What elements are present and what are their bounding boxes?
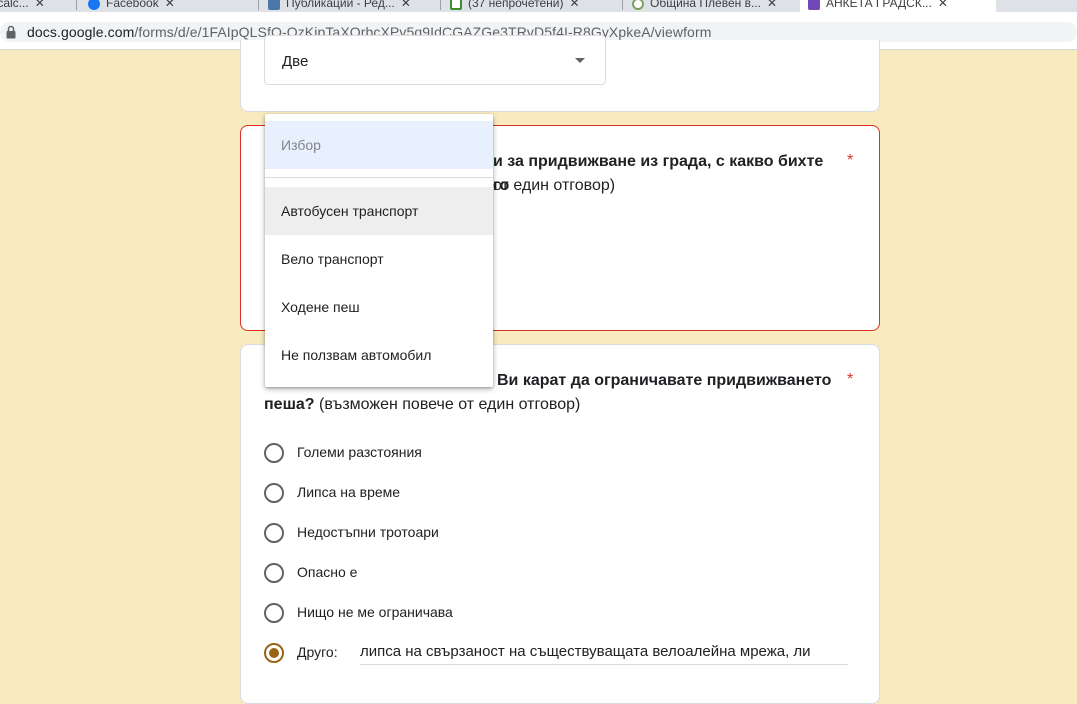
radio-button[interactable] [264, 523, 284, 543]
tab-label: tcalc... [0, 0, 29, 10]
tab-separator [76, 0, 77, 10]
close-tab-icon[interactable]: ✕ [767, 0, 777, 10]
option-label: Опасно е [297, 564, 358, 580]
question-title-hint: (възможен повече от един отговор) [314, 396, 581, 413]
question-title-line2: пеша? (възможен повече от един отговор) [264, 393, 580, 417]
radio-button[interactable] [264, 563, 284, 583]
close-tab-icon[interactable]: ✕ [165, 0, 175, 10]
tab-label: Facebook [106, 0, 159, 10]
site-icon [450, 0, 462, 10]
dropdown-option[interactable]: Автобусен транспорт [265, 187, 493, 235]
dropdown-option[interactable]: Не ползвам автомобил [265, 331, 493, 379]
selected-value: Две [282, 53, 309, 70]
question-subtitle: от един отговор) [493, 177, 616, 194]
radio-button[interactable] [264, 603, 284, 623]
tab-separator [622, 0, 623, 10]
browser-tab[interactable]: (37 непрочетени) ✕ [450, 0, 580, 12]
radio-button[interactable] [264, 483, 284, 503]
question-title-bold: пеша? [264, 396, 315, 413]
browser-tab[interactable]: Публикации - Ред... ✕ [268, 0, 411, 12]
option-label: Недостъпни тротоари [297, 524, 439, 540]
google-forms-icon [808, 0, 820, 10]
radio-button[interactable] [264, 443, 284, 463]
other-label: Друго: [297, 644, 338, 660]
close-tab-icon[interactable]: ✕ [938, 0, 948, 10]
tab-separator [440, 0, 441, 10]
required-mark: * [847, 152, 854, 169]
other-text-input[interactable]: липса на свързаност на съществуващата ве… [360, 640, 848, 665]
dropdown-select-previous[interactable]: Две [264, 35, 606, 85]
tab-label: Публикации - Ред... [286, 0, 395, 10]
option-label: Нищо не ме ограничава [297, 604, 453, 620]
required-mark: * [847, 371, 854, 388]
tab-separator [258, 0, 259, 10]
close-tab-icon[interactable]: ✕ [569, 0, 579, 10]
lock-icon[interactable] [6, 25, 16, 39]
close-tab-icon[interactable]: ✕ [401, 0, 411, 10]
browser-tab-strip: tcalc... ✕ Facebook ✕ Публикации - Ред... ✕… [0, 0, 1077, 12]
close-tab-icon[interactable]: ✕ [35, 0, 45, 10]
browser-tab[interactable]: Facebook ✕ [88, 0, 175, 12]
dropdown-option[interactable]: Ходене пеш [265, 283, 493, 331]
tab-label: (37 непрочетени) [468, 0, 564, 10]
facebook-icon [88, 0, 100, 10]
caret-down-icon [575, 58, 585, 63]
dropdown-menu: Избор Автобусен транспорт Вело транспорт… [265, 114, 493, 387]
option-label: Големи разстояния [297, 444, 422, 460]
browser-tab[interactable]: tcalc... ✕ [0, 0, 45, 12]
site-icon [632, 0, 644, 10]
question-title-bold: Ви карат да ограничавате придвижването [497, 372, 832, 389]
dropdown-divider [265, 177, 493, 178]
dropdown-placeholder[interactable]: Избор [265, 121, 493, 169]
option-label: Липса на време [297, 484, 401, 500]
tab-label: АНКЕТА ГРАДСК... [826, 0, 932, 10]
site-icon [268, 0, 280, 10]
browser-tab[interactable]: Община Плевен в... ✕ [632, 0, 777, 12]
radio-button-checked[interactable] [264, 643, 284, 663]
url-host: docs.google.com [27, 24, 135, 40]
browser-tab-active[interactable]: АНКЕТА ГРАДСК... ✕ [800, 0, 996, 12]
question-title-line1: Ви карат да ограничавате придвижването [497, 369, 831, 393]
tab-label: Община Плевен в... [650, 0, 761, 10]
dropdown-option[interactable]: Вело транспорт [265, 235, 493, 283]
